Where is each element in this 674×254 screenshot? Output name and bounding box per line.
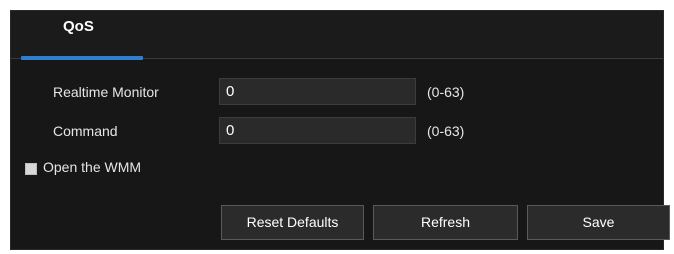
refresh-button[interactable]: Refresh [373, 205, 518, 240]
wmm-label: Open the WMM [43, 159, 142, 175]
reset-defaults-button[interactable]: Reset Defaults [221, 205, 364, 240]
save-button[interactable]: Save [527, 205, 670, 240]
tab-bar: QoS [11, 11, 663, 60]
command-label: Command [53, 123, 118, 139]
wmm-checkbox[interactable] [25, 163, 37, 175]
active-tab-indicator [21, 56, 143, 60]
tab-qos-label: QoS [63, 18, 94, 35]
realtime-monitor-range: (0-63) [427, 84, 465, 100]
realtime-monitor-input[interactable] [219, 78, 416, 105]
command-input[interactable] [219, 117, 416, 144]
command-range: (0-63) [427, 123, 465, 139]
tab-qos[interactable]: QoS [21, 11, 143, 60]
realtime-monitor-label: Realtime Monitor [53, 84, 159, 100]
qos-panel: QoS Realtime Monitor (0-63) Command (0-6… [10, 10, 670, 250]
